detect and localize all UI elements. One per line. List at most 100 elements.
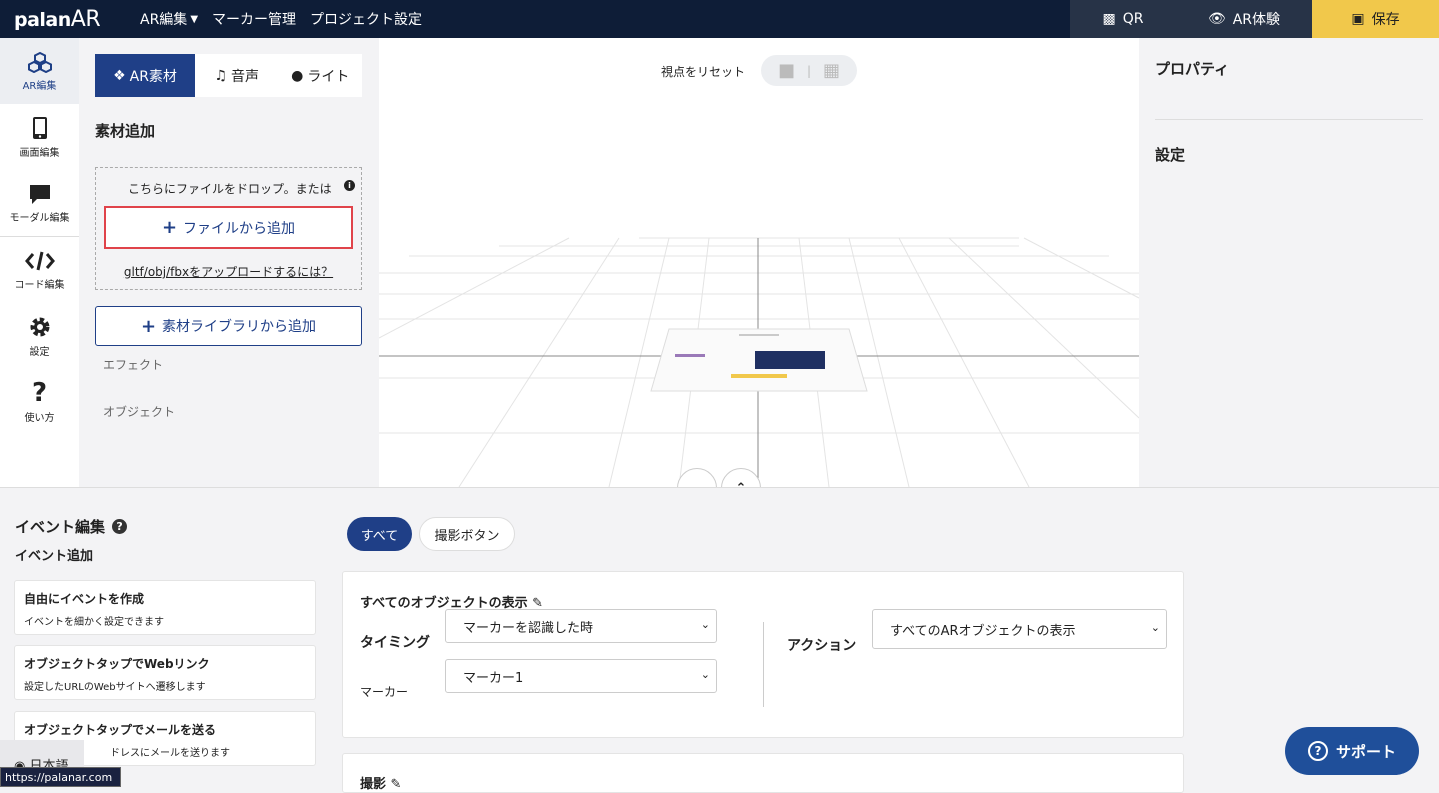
left-nav-ar-edit-label: AR編集	[22, 80, 57, 92]
event-item-title-text: 撮影	[360, 777, 387, 792]
tab-ar-assets[interactable]: ❖ AR素材	[95, 54, 195, 97]
properties-divider	[1155, 119, 1423, 120]
timing-select[interactable]: マーカーを認識した時 ⌄	[445, 609, 717, 643]
tab-audio[interactable]: ♫ 音声	[195, 54, 279, 97]
gear-icon	[30, 317, 49, 336]
asset-panel: ❖ AR素材 ♫ 音声 ● ライト 素材追加 こちらにファイルをドロップ。または i …	[79, 38, 379, 487]
qr-icon: ▩	[1102, 11, 1116, 27]
card-title: オブジェクトタップでメールを送る	[24, 723, 217, 737]
settings-title: 設定	[1155, 146, 1186, 164]
file-dropzone[interactable]: こちらにファイルをドロップ。または i + ファイルから追加 gltf/obj/f…	[95, 167, 362, 290]
save-button[interactable]: ▣ 保存	[1312, 0, 1439, 38]
action-select[interactable]: すべてのARオブジェクトの表示 ⌄	[872, 609, 1167, 649]
eye-icon: 👁	[1207, 11, 1226, 27]
left-nav-help-label: 使い方	[24, 412, 55, 424]
event-add-title: イベント追加	[15, 549, 94, 564]
asset-tabs: ❖ AR素材 ♫ 音声 ● ライト	[95, 54, 362, 97]
help-circle-icon[interactable]: ?	[112, 519, 128, 534]
event-template-card[interactable]: 自由にイベントを作成 イベントを細かく設定できます	[14, 580, 316, 635]
marker-select-value: マーカー1	[463, 670, 524, 686]
marker-preview	[650, 328, 868, 392]
logo-ar-text: AR	[70, 6, 101, 32]
ar-preview-button[interactable]: 👁 AR体験	[1176, 0, 1312, 38]
floppy-icon: ▣	[1351, 11, 1365, 27]
plus-icon: +	[161, 217, 178, 238]
event-item: 撮影 ✎	[342, 753, 1184, 793]
action-label: アクション	[787, 638, 857, 654]
card-title: オブジェクトタップでWebリンク	[24, 657, 210, 671]
left-nav-modal-edit[interactable]: モーダル編集	[0, 170, 79, 236]
effect-section-label[interactable]: エフェクト	[103, 356, 163, 373]
object-section-label[interactable]: オブジェクト	[103, 403, 175, 420]
chevron-down-icon: ▼	[190, 13, 199, 25]
top-view-icon[interactable]: ■	[778, 60, 795, 81]
support-label: サポート	[1335, 742, 1396, 761]
qr-button[interactable]: ▩ QR	[1070, 0, 1176, 38]
tab-light-label: ライト	[307, 68, 350, 85]
logo[interactable]: palanAR	[14, 7, 126, 32]
event-editor: イベント編集? イベント追加 自由にイベントを作成 イベントを細かく設定できます…	[0, 487, 1439, 793]
marker-select[interactable]: マーカー1 ⌄	[445, 659, 717, 693]
view-toggle[interactable]: ■ | ▦	[761, 55, 857, 86]
info-icon[interactable]: i	[344, 180, 355, 191]
left-nav-settings[interactable]: 設定	[0, 303, 79, 369]
filter-all[interactable]: すべて	[347, 517, 412, 551]
left-nav-modal-edit-label: モーダル編集	[9, 212, 70, 224]
add-from-file-label: ファイルから追加	[183, 220, 296, 237]
left-nav-screen-edit[interactable]: 画面編集	[0, 104, 79, 170]
timing-label: タイミング	[360, 635, 430, 651]
question-icon: ?	[1307, 741, 1328, 761]
top-nav: AR編集 ▼ マーカー管理 プロジェクト設定	[126, 9, 422, 29]
tab-light[interactable]: ● ライト	[279, 54, 363, 97]
event-template-card[interactable]: オブジェクトタップでWebリンク 設定したURLのWebサイトへ遷移します	[14, 645, 316, 700]
tab-audio-label: 音声	[231, 68, 260, 85]
ar-viewport[interactable]: 視点をリセット ■ | ▦	[379, 38, 1139, 487]
phone-icon	[32, 116, 47, 139]
add-from-library-button[interactable]: + 素材ライブラリから追加	[95, 306, 362, 346]
column-divider	[763, 622, 764, 707]
drop-hint: こちらにファイルをドロップ。または	[128, 182, 332, 196]
nav-marker-manage[interactable]: マーカー管理	[212, 9, 296, 29]
timing-select-value: マーカーを認識した時	[463, 620, 594, 636]
add-from-file-button[interactable]: + ファイルから追加	[104, 206, 353, 249]
filter-capture-button[interactable]: 撮影ボタン	[419, 517, 515, 551]
chevron-down-icon: ⌄	[1150, 621, 1160, 634]
marker-label: マーカー	[360, 685, 409, 699]
left-nav-settings-label: 設定	[29, 346, 50, 358]
edit-icon[interactable]: ✎	[391, 777, 402, 792]
support-button[interactable]: ? サポート	[1285, 727, 1419, 775]
nav-marker-manage-label: マーカー管理	[212, 12, 297, 28]
question-icon: ?	[31, 377, 48, 408]
left-nav-ar-edit[interactable]: AR編集	[0, 38, 79, 104]
card-desc: 設定したURLのWebサイトへ遷移します	[24, 682, 206, 693]
logo-text: palan	[14, 8, 71, 31]
properties-title: プロパティ	[1155, 60, 1230, 78]
left-nav-screen-edit-label: 画面編集	[19, 147, 60, 159]
action-select-value: すべてのARオブジェクトの表示	[890, 623, 1076, 639]
qr-label: QR	[1122, 11, 1144, 27]
reset-view-label[interactable]: 視点をリセット	[661, 63, 745, 80]
event-editor-header: イベント編集?	[15, 516, 128, 537]
code-icon	[24, 251, 55, 270]
top-bar: palanAR AR編集 ▼ マーカー管理 プロジェクト設定 ▩ QR 👁 AR体験 …	[0, 0, 1439, 38]
event-item-title[interactable]: 撮影 ✎	[360, 773, 401, 792]
cubes-icon	[27, 51, 52, 73]
chevron-down-icon: ⌄	[700, 618, 710, 631]
cubes-icon: ❖	[113, 67, 126, 84]
nav-project-settings-label: プロジェクト設定	[310, 12, 423, 28]
divider: |	[806, 63, 812, 78]
left-nav-code-edit[interactable]: コード編集	[0, 237, 79, 303]
nav-ar-edit[interactable]: AR編集 ▼	[140, 9, 198, 29]
chevron-down-icon: ⌄	[700, 668, 710, 681]
lightbulb-icon: ●	[291, 67, 304, 84]
gltf-upload-link[interactable]: gltf/obj/fbxをアップロードするには？	[96, 263, 361, 280]
status-url: https://palanar.com	[0, 767, 121, 787]
left-nav-help[interactable]: ? 使い方	[0, 369, 79, 435]
save-label: 保存	[1371, 12, 1400, 28]
plus-icon: +	[140, 315, 157, 337]
perspective-view-icon[interactable]: ▦	[823, 60, 840, 81]
tab-ar-assets-label: AR素材	[129, 68, 177, 85]
nav-project-settings[interactable]: プロジェクト設定	[310, 9, 422, 29]
top-actions: ▩ QR 👁 AR体験 ▣ 保存	[1070, 0, 1439, 38]
nav-ar-edit-label: AR編集	[140, 12, 188, 28]
